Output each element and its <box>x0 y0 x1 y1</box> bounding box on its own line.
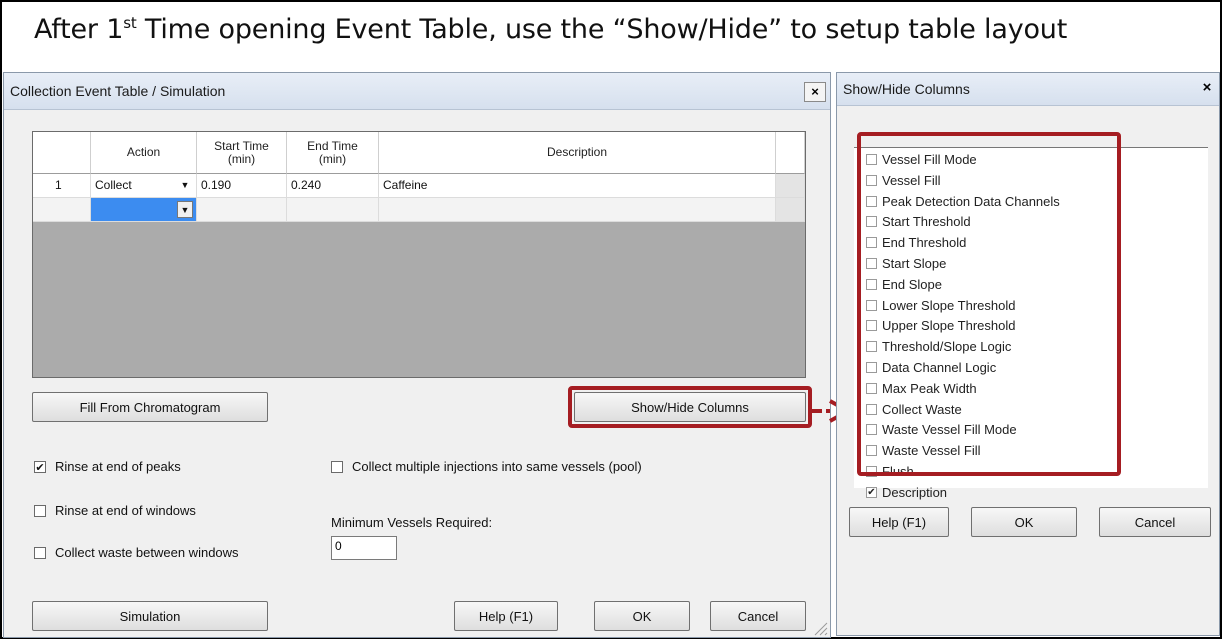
action-cell[interactable]: Collect ▼ <box>91 174 197 198</box>
table-header-rownum <box>33 132 91 174</box>
ok-button[interactable]: OK <box>594 601 690 631</box>
highlight-box-list <box>857 132 1121 476</box>
side-titlebar: Show/Hide Columns × <box>837 73 1219 106</box>
checkbox-icon[interactable] <box>34 546 46 559</box>
column-option[interactable]: ✔ Description <box>866 485 947 500</box>
simulation-button[interactable]: Simulation <box>32 601 268 631</box>
event-table[interactable]: Action Start Time (min) End Time (min) D… <box>32 131 806 378</box>
min-vessels-input[interactable]: 0 <box>331 536 397 560</box>
table-header-end-time[interactable]: End Time (min) <box>287 132 379 174</box>
close-icon[interactable]: × <box>804 82 826 102</box>
pool-injections-checkbox[interactable]: Collect multiple injections into same ve… <box>331 459 642 474</box>
start-time-cell[interactable]: 0.190 <box>197 174 287 198</box>
column-option-label: Description <box>882 484 948 500</box>
help-button[interactable]: Help (F1) <box>454 601 558 631</box>
checkbox-label: Rinse at end of windows <box>55 503 196 518</box>
new-description-cell[interactable] <box>379 198 776 222</box>
close-icon[interactable]: × <box>1197 79 1217 97</box>
new-action-cell[interactable]: ▼ <box>91 198 197 222</box>
rinse-end-peaks-checkbox[interactable]: ✔ Rinse at end of peaks <box>34 459 181 474</box>
cancel-button[interactable]: Cancel <box>710 601 806 631</box>
chevron-down-icon[interactable]: ▼ <box>177 177 193 194</box>
table-header-start-time[interactable]: Start Time (min) <box>197 132 287 174</box>
table-header-action[interactable]: Action <box>91 132 197 174</box>
row-spacer <box>776 174 805 198</box>
checkbox-icon[interactable]: ✔ <box>34 460 46 474</box>
new-start-cell[interactable] <box>197 198 287 222</box>
action-value: Collect <box>95 178 132 192</box>
min-vessels-label: Minimum Vessels Required: <box>331 515 493 530</box>
new-row-spacer <box>776 198 805 222</box>
checkbox-icon[interactable]: ✔ <box>866 486 877 498</box>
checkbox-label: Rinse at end of peaks <box>55 459 181 474</box>
table-header-spacer <box>776 132 805 174</box>
dialog-title: Collection Event Table / Simulation <box>10 83 226 99</box>
side-ok-button[interactable]: OK <box>971 507 1077 537</box>
dialog-titlebar: Collection Event Table / Simulation × <box>4 73 830 110</box>
checkbox-icon[interactable] <box>34 504 46 517</box>
description-cell[interactable]: Caffeine <box>379 174 776 198</box>
side-help-button[interactable]: Help (F1) <box>849 507 949 537</box>
new-end-cell[interactable] <box>287 198 379 222</box>
end-time-cell[interactable]: 0.240 <box>287 174 379 198</box>
side-cancel-button[interactable]: Cancel <box>1099 507 1211 537</box>
row-number: 1 <box>33 174 91 198</box>
checkbox-icon[interactable] <box>331 460 343 473</box>
fill-from-chromatogram-button[interactable]: Fill From Chromatogram <box>32 392 268 422</box>
side-dialog-title: Show/Hide Columns <box>843 81 970 97</box>
slide-headline: After 1st Time opening Event Table, use … <box>34 14 1068 45</box>
chevron-down-icon[interactable]: ▼ <box>177 201 193 218</box>
new-row-number <box>33 198 91 222</box>
resize-grip-icon[interactable] <box>812 620 828 636</box>
checkbox-label: Collect multiple injections into same ve… <box>352 459 642 474</box>
highlight-box-button <box>568 386 812 428</box>
table-header-description[interactable]: Description <box>379 132 776 174</box>
checkbox-label: Collect waste between windows <box>55 545 239 560</box>
rinse-end-windows-checkbox[interactable]: Rinse at end of windows <box>34 503 196 518</box>
collect-waste-checkbox[interactable]: Collect waste between windows <box>34 545 239 560</box>
